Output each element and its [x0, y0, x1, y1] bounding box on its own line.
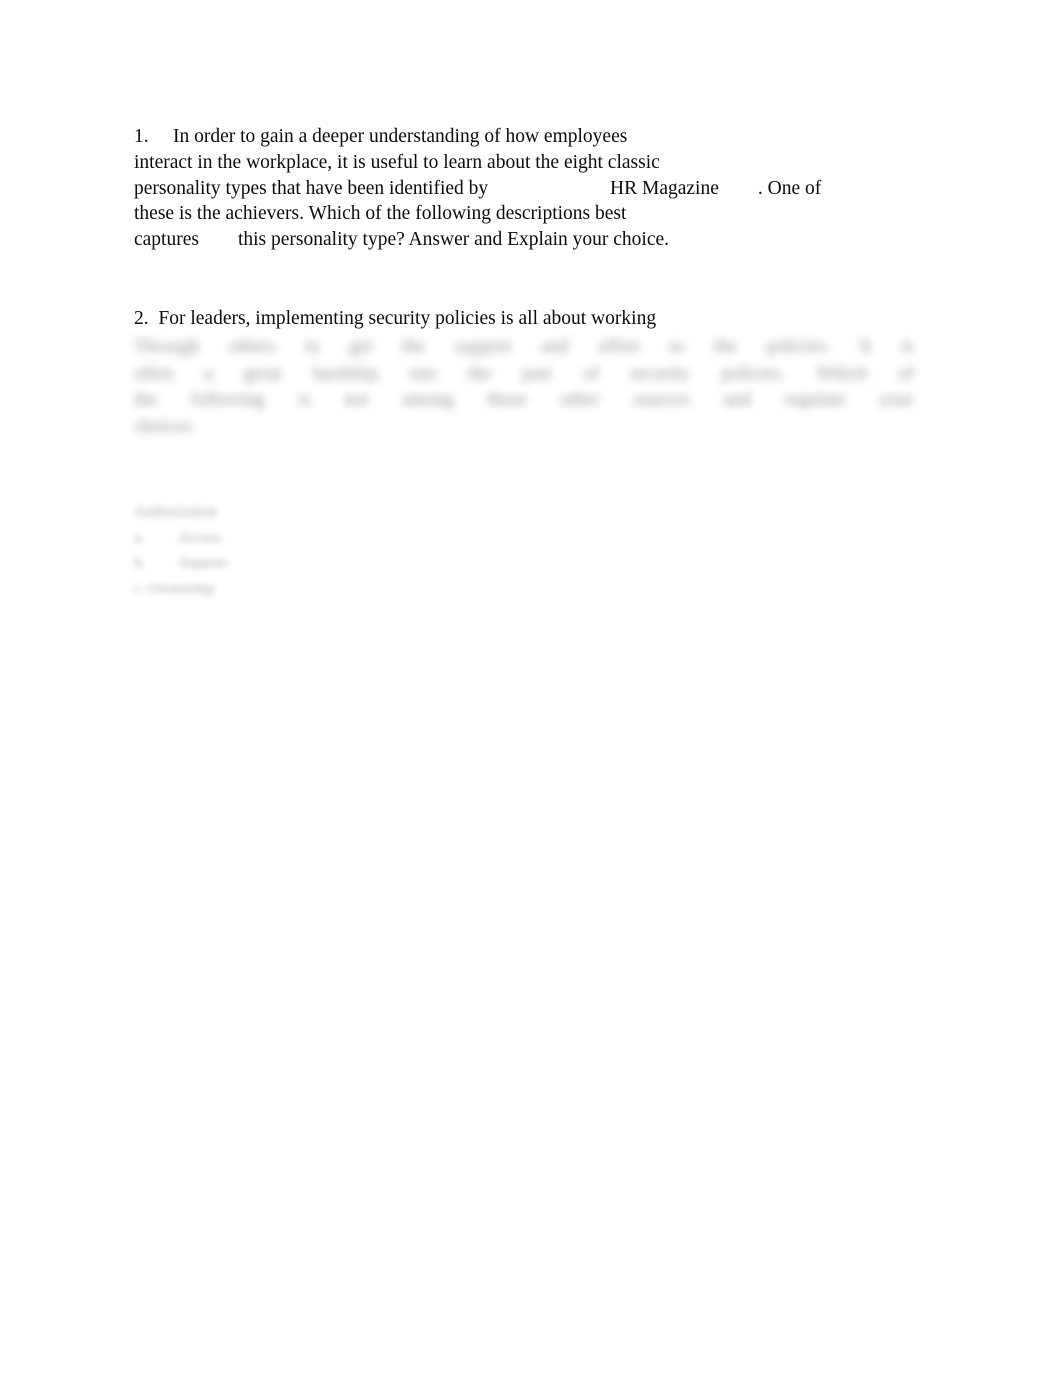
- redacted-word: get: [349, 336, 373, 357]
- redacted-line-2: often a great hardship one the part of security p…: [134, 361, 914, 388]
- redacted-word: support: [454, 336, 512, 357]
- redacted-word: the: [468, 362, 492, 384]
- redacted-word: hardship: [312, 362, 379, 384]
- redacted-word: choices.: [134, 415, 196, 437]
- redacted-word: policies.: [766, 336, 831, 357]
- redacted-word: of: [583, 362, 599, 384]
- question-1-block: 1. In order to gain a deeper understandi…: [134, 124, 934, 253]
- question-1-line-1: 1. In order to gain a deeper understandi…: [134, 126, 628, 147]
- redacted-word: policies.: [721, 362, 786, 384]
- redacted-word: other: [560, 389, 600, 410]
- redacted-word: following: [190, 389, 265, 410]
- redacted-word: Which: [816, 362, 868, 384]
- option-line-4: c. Ownership: [134, 580, 214, 597]
- question-1-line-3: personality types that have been identif…: [134, 177, 822, 199]
- question-2-body-redacted: Through others to get the support and effort to t…: [134, 334, 914, 440]
- option-line-1: Authorization: [134, 504, 218, 520]
- redacted-word: among: [401, 389, 454, 410]
- redacted-word: your: [879, 389, 914, 410]
- redacted-word: security: [630, 362, 691, 384]
- option-line-3: b. Support: [134, 555, 227, 571]
- redacted-line-4: choices.: [134, 414, 914, 441]
- redacted-word: part: [522, 362, 552, 384]
- redacted-word: Through: [134, 336, 200, 357]
- redacted-word: to: [304, 336, 320, 357]
- redacted-line-3: the following is not among those other sources a…: [134, 387, 914, 414]
- redacted-word: sources: [633, 389, 691, 410]
- question-1-line-4: these is the achievers. Which of the fol…: [134, 203, 627, 225]
- redacted-word: the: [713, 336, 738, 357]
- question-1-line-2: interact in the workplace, it is useful …: [134, 151, 660, 173]
- question-2-options-redacted: Authorization a. Access b. Support c. Ow…: [134, 500, 434, 602]
- redacted-word: the: [402, 336, 426, 357]
- redacted-word: is: [298, 389, 311, 410]
- redacted-word: to: [669, 336, 685, 357]
- question-2-heading: 2. For leaders, implementing security po…: [134, 308, 657, 329]
- redacted-word: regulate: [784, 389, 846, 410]
- option-line-2: a. Access: [134, 529, 221, 546]
- redacted-word: one: [409, 362, 437, 384]
- redacted-word: the: [134, 389, 158, 410]
- redacted-word: effort: [598, 336, 641, 357]
- redacted-word: those: [487, 389, 528, 410]
- redacted-word: is: [901, 336, 914, 357]
- redacted-word: great: [243, 362, 282, 384]
- redacted-line-1: Through others to get the support and effort to t…: [134, 334, 914, 361]
- redacted-word: and: [541, 336, 569, 357]
- redacted-word: and: [723, 389, 751, 410]
- document-page: 1. In order to gain a deeper understandi…: [0, 0, 1062, 1377]
- redacted-word: a: [204, 362, 213, 384]
- question-1-line-5: captures this personality type? Answer a…: [134, 229, 670, 251]
- redacted-word: of: [898, 362, 914, 384]
- redacted-word: others: [228, 336, 276, 357]
- redacted-word: not: [344, 389, 369, 410]
- redacted-word: often: [134, 362, 174, 384]
- redacted-word: It: [860, 336, 872, 357]
